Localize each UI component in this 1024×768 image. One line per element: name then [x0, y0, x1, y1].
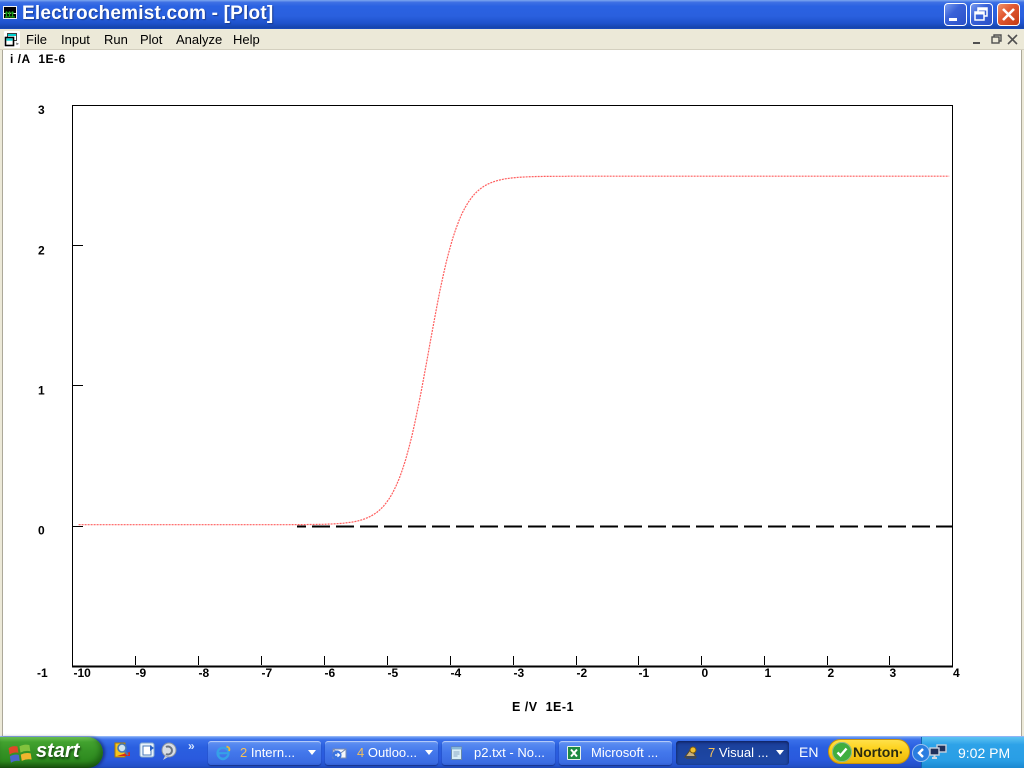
svg-text:-1: -1	[37, 666, 48, 680]
svg-text:-1: -1	[639, 666, 650, 680]
svg-text:1: 1	[38, 384, 45, 398]
svg-text:-3: -3	[514, 666, 525, 680]
svg-text:E /V 1E-1: E /V 1E-1	[512, 700, 574, 714]
svg-text:0: 0	[38, 524, 45, 538]
svg-text:-2: -2	[577, 666, 588, 680]
svg-text:3: 3	[890, 666, 897, 680]
svg-text:-7: -7	[262, 666, 273, 680]
svg-text:-10: -10	[74, 666, 92, 680]
svg-text:4: 4	[953, 666, 960, 680]
svg-text:2: 2	[38, 244, 45, 258]
svg-text:3: 3	[38, 103, 45, 117]
svg-text:-8: -8	[199, 666, 210, 680]
svg-text:2: 2	[828, 666, 835, 680]
svg-text:-6: -6	[325, 666, 336, 680]
svg-text:0: 0	[702, 666, 709, 680]
svg-text:-5: -5	[388, 666, 399, 680]
svg-text:1: 1	[765, 666, 772, 680]
svg-text:-4: -4	[451, 666, 462, 680]
svg-text:-9: -9	[136, 666, 147, 680]
svg-text:i /A 1E-6: i /A 1E-6	[10, 52, 66, 66]
